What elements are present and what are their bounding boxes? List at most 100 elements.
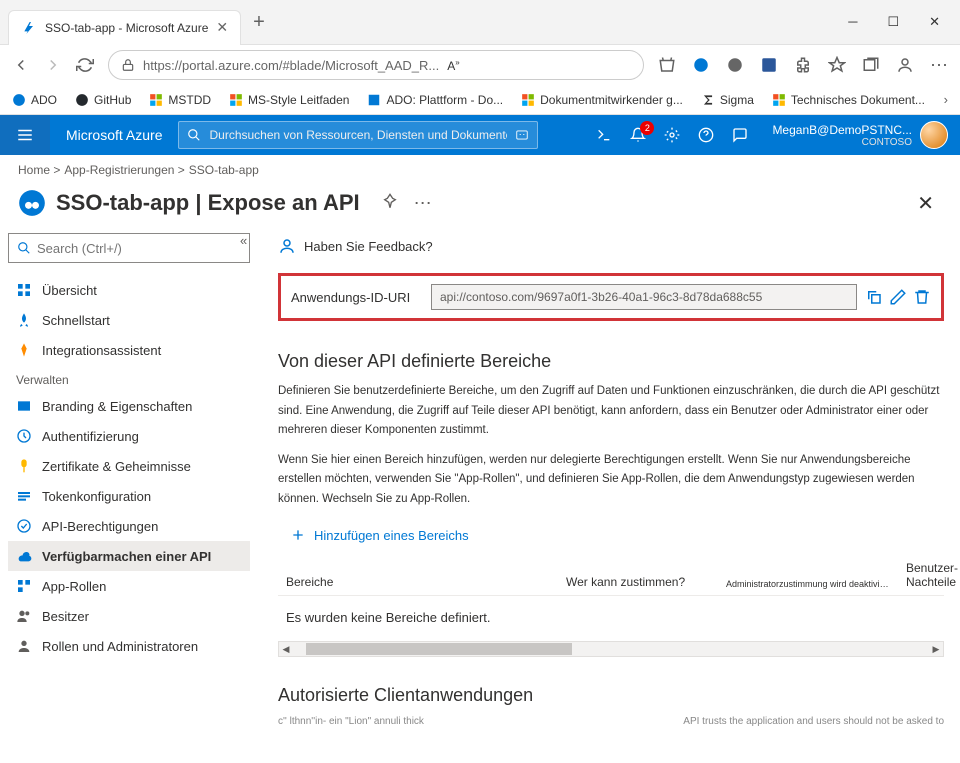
ms-icon	[521, 93, 535, 107]
sidebar-search-input[interactable]	[37, 241, 241, 256]
browser-tab-strip: SSO-tab-app - Microsoft Azure ✕ + ─ ☐ ✕	[0, 0, 960, 45]
nav-auth[interactable]: Authentifizierung	[8, 421, 250, 451]
edit-icon[interactable]	[889, 288, 907, 306]
nav-certs[interactable]: Zertifikate & Geheimnisse	[8, 451, 250, 481]
nav-approles[interactable]: App-Rollen	[8, 571, 250, 601]
nav-reload[interactable]	[76, 56, 94, 74]
cloud-shell-icon[interactable]	[596, 127, 612, 143]
crumb-home[interactable]: Home >	[18, 163, 60, 185]
th-user: Benutzer-Nachteile	[898, 557, 960, 593]
user-name: MeganB@DemoPSTNC...	[772, 123, 912, 137]
nav-apiperm[interactable]: API-Berechtigungen	[8, 511, 250, 541]
settings-icon[interactable]	[664, 127, 680, 143]
close-blade[interactable]: ✕	[917, 191, 942, 216]
th-admin: Administratorzustimmung wird deaktiviert…	[718, 575, 898, 593]
copy-icon[interactable]	[865, 288, 883, 306]
browser-menu[interactable]: ⋯	[930, 55, 948, 76]
portal-search[interactable]	[178, 121, 538, 149]
bookmark-adoplatform[interactable]: ADO: Plattform - Do...	[367, 93, 503, 107]
shopping-icon[interactable]	[658, 56, 676, 74]
portal-search-input[interactable]	[209, 128, 507, 142]
auth-icon	[16, 428, 32, 444]
tab-close-icon[interactable]: ✕	[216, 19, 228, 36]
extensions-icon[interactable]	[794, 56, 812, 74]
th-consent: Wer kann zustimmen?	[558, 571, 718, 593]
extension-icon-3[interactable]	[760, 56, 778, 74]
nav-expose-api[interactable]: Verfügbarmachen einer API	[8, 541, 250, 571]
nav-roles[interactable]: Rollen und Administratoren	[8, 631, 250, 661]
bookmarks-bar: ADO GitHub MSTDD MS-Style Leitfaden ADO:…	[0, 85, 960, 115]
clients-section: Autorisierte Clientanwendungen c'' lthnn…	[278, 685, 944, 727]
clients-heading: Autorisierte Clientanwendungen	[278, 685, 944, 706]
window-minimize[interactable]: ─	[848, 14, 857, 30]
sidebar-search[interactable]	[8, 233, 250, 263]
bookmark-ado[interactable]: ADO	[12, 93, 57, 107]
window-close[interactable]: ✕	[929, 14, 940, 30]
ado-icon	[12, 93, 26, 107]
sidebar-collapse-icon[interactable]: «	[240, 233, 247, 248]
uri-input[interactable]	[431, 284, 857, 310]
profile-icon[interactable]	[896, 56, 914, 74]
pin-icon[interactable]	[382, 193, 398, 209]
window-maximize[interactable]: ☐	[887, 14, 899, 30]
nav-overview[interactable]: Übersicht	[8, 275, 250, 305]
more-actions[interactable]: ⋯	[414, 193, 432, 214]
nav-section-manage: Verwalten	[8, 365, 250, 391]
lock-icon	[121, 58, 135, 72]
nav-integration[interactable]: Integrationsassistent	[8, 335, 250, 365]
bookmark-mstdd[interactable]: MSTDD	[149, 93, 211, 107]
scopes-table: Bereiche Wer kann zustimmen? Administrat…	[278, 557, 944, 657]
extension-icon-2[interactable]	[726, 56, 744, 74]
scopes-desc-2: Wenn Sie hier einen Bereich hinzufügen, …	[278, 451, 944, 510]
bookmark-github[interactable]: GitHub	[75, 93, 131, 107]
ms-icon	[149, 93, 163, 107]
bookmark-sigma[interactable]: Sigma	[701, 93, 754, 107]
user-tenant: CONTOSO	[772, 137, 912, 148]
uri-label: Anwendungs-ID-URI	[291, 290, 411, 305]
bookmarks-overflow[interactable]: ›	[944, 92, 948, 107]
browser-address-bar: https://portal.azure.com/#blade/Microsof…	[0, 45, 960, 85]
nav-back[interactable]	[12, 56, 30, 74]
bookmark-tech[interactable]: Technisches Dokument...	[772, 93, 925, 107]
collections-icon[interactable]	[862, 56, 880, 74]
nav-owners[interactable]: Besitzer	[8, 601, 250, 631]
feedback-link[interactable]: Haben Sie Feedback?	[278, 229, 944, 273]
roles-icon	[16, 638, 32, 654]
help-icon[interactable]	[698, 127, 714, 143]
token-icon	[16, 488, 32, 504]
scopes-empty: Es wurden keine Bereiche definiert.	[278, 596, 944, 639]
portal-user-menu[interactable]: MeganB@DemoPSTNC... CONTOSO	[760, 121, 960, 149]
feedback-icon[interactable]	[732, 127, 748, 143]
nav-token[interactable]: Tokenkonfiguration	[8, 481, 250, 511]
app-registration-icon	[18, 189, 46, 217]
delete-icon[interactable]	[913, 288, 931, 306]
portal-brand[interactable]: Microsoft Azure	[50, 127, 178, 143]
extension-icon-1[interactable]	[692, 56, 710, 74]
nav-quickstart[interactable]: Schnellstart	[8, 305, 250, 335]
horizontal-scrollbar[interactable]: ◀▶	[278, 641, 944, 657]
nav-branding[interactable]: Branding & Eigenschaften	[8, 391, 250, 421]
new-tab-button[interactable]: +	[253, 11, 265, 34]
bookmark-msstyle[interactable]: MS-Style Leitfaden	[229, 93, 349, 107]
feedback-person-icon	[278, 237, 296, 255]
url-input[interactable]: https://portal.azure.com/#blade/Microsof…	[108, 50, 644, 80]
add-scope-button[interactable]: Hinzufügen eines Bereichs	[278, 519, 944, 551]
expose-icon	[16, 548, 32, 564]
sidebar: « Übersicht Schnellstart Integrationsass…	[0, 229, 258, 763]
browser-tab[interactable]: SSO-tab-app - Microsoft Azure ✕	[8, 10, 241, 45]
azure-favicon	[21, 20, 37, 36]
notifications-icon[interactable]: 2	[630, 127, 646, 143]
overview-icon	[16, 282, 32, 298]
sigma-icon	[701, 93, 715, 107]
clients-truncated-right: API trusts the application and users sho…	[683, 716, 944, 727]
favorites-icon[interactable]	[828, 56, 846, 74]
search-icon	[187, 128, 201, 142]
ms-icon	[229, 93, 243, 107]
quickstart-icon	[16, 312, 32, 328]
bookmark-doc[interactable]: Dokumentmitwirkender g...	[521, 93, 683, 107]
crumb-appreg[interactable]: App-Registrierungen >	[64, 163, 184, 185]
portal-menu-toggle[interactable]	[0, 115, 50, 155]
crumb-current: SSO-tab-app	[189, 163, 259, 185]
application-id-uri-row: Anwendungs-ID-URI	[278, 273, 944, 321]
copilot-icon[interactable]	[515, 128, 529, 142]
